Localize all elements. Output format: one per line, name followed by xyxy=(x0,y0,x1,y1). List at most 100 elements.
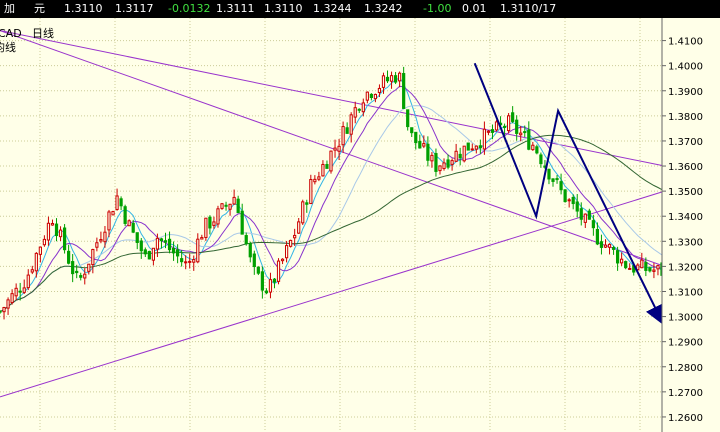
candle-body xyxy=(313,178,317,183)
candle-body xyxy=(559,181,563,191)
candle-body xyxy=(402,73,406,109)
candle xyxy=(466,142,470,151)
candle-body xyxy=(349,114,353,135)
candle-body xyxy=(119,198,123,207)
candle-body xyxy=(228,203,232,210)
candle-body xyxy=(22,287,26,293)
y-tick-label: 1.3200 xyxy=(668,262,703,273)
candle-body xyxy=(2,307,6,313)
candle xyxy=(289,239,293,248)
candle xyxy=(402,66,406,110)
candle-body xyxy=(212,221,216,226)
candle-body xyxy=(652,269,656,272)
candle-body xyxy=(159,238,164,242)
candle-body xyxy=(414,131,418,144)
price-chart[interactable]: 1.4100 1.4000 1.3900 1.3800 1.3700 1.3600 1.35… xyxy=(0,18,720,432)
candle-body xyxy=(232,196,236,205)
candle-body xyxy=(426,143,430,161)
candle-body xyxy=(264,290,269,294)
candle-body xyxy=(611,247,616,250)
candle-body xyxy=(333,147,337,151)
candle-body xyxy=(547,168,551,180)
candle-body xyxy=(406,109,410,128)
candle-body xyxy=(539,154,543,165)
candle-body xyxy=(46,222,51,241)
candle-body xyxy=(99,238,103,242)
candle-body xyxy=(624,261,628,269)
chart-window: 加 元 1.3110 1.3117 -0.0132 1.3111 1.3110 … xyxy=(0,0,720,432)
candle-body xyxy=(107,211,111,231)
instrument-name-char: 元 xyxy=(34,2,45,15)
candle-body xyxy=(393,75,398,83)
candle-body xyxy=(531,144,535,151)
candle-body xyxy=(220,203,224,209)
candle-body xyxy=(139,240,143,252)
candle-body xyxy=(381,75,386,88)
candle-body xyxy=(607,243,612,248)
candle-body xyxy=(317,176,321,180)
candle-body xyxy=(494,121,499,131)
candle-body xyxy=(515,119,519,134)
candle-body xyxy=(466,142,470,151)
candle-body xyxy=(192,259,196,263)
candle-body xyxy=(353,107,357,118)
candle-body xyxy=(103,231,107,243)
quote-change-pct: -1.00 xyxy=(423,2,452,15)
candle-body xyxy=(38,246,42,255)
candle-body xyxy=(14,287,18,297)
candle-body xyxy=(91,249,95,266)
candle-body xyxy=(567,199,571,202)
candle-body xyxy=(252,253,256,268)
candle xyxy=(329,150,333,174)
candle-body xyxy=(26,274,30,289)
candle-body xyxy=(640,259,644,269)
candle-body xyxy=(180,258,184,263)
candle-body xyxy=(615,250,620,264)
candle xyxy=(309,174,313,205)
candle-body xyxy=(196,238,200,263)
y-tick-label: 1.3500 xyxy=(668,187,703,198)
y-tick-label: 1.3000 xyxy=(668,313,703,324)
candle-body xyxy=(111,211,115,216)
candle-body xyxy=(571,196,575,205)
candle-body xyxy=(188,260,192,263)
candle-body xyxy=(329,150,333,172)
candle-body xyxy=(575,201,579,212)
y-tick-label: 1.2700 xyxy=(668,388,703,399)
candle-body xyxy=(248,243,252,258)
candle-body xyxy=(10,293,14,304)
y-tick-label: 1.4100 xyxy=(668,37,703,48)
candle-body xyxy=(365,91,369,101)
candle xyxy=(111,210,115,216)
candle-body xyxy=(511,112,515,122)
candle-body xyxy=(276,260,281,282)
candle-body xyxy=(30,269,34,273)
candle-body xyxy=(507,115,511,132)
quote-spread: 0.01 xyxy=(462,2,487,15)
chart-subtitle-label: 均线 xyxy=(0,40,16,54)
y-tick-label: 1.3400 xyxy=(668,212,703,223)
candle-body xyxy=(284,245,289,259)
quote-last: 1.3110 xyxy=(64,2,103,15)
candle-body xyxy=(204,217,208,238)
candle-body xyxy=(502,125,507,128)
candle-body xyxy=(462,145,466,162)
candle-body xyxy=(389,75,394,82)
quote-change: -0.0132 xyxy=(168,2,211,15)
candle xyxy=(301,199,305,225)
candle xyxy=(276,258,281,285)
candle xyxy=(123,204,127,227)
candle-body xyxy=(551,178,555,182)
candle-body xyxy=(591,220,595,229)
candle-body xyxy=(171,247,176,254)
candle-body xyxy=(123,206,127,224)
candle-body xyxy=(523,131,527,134)
y-tick-label: 1.3900 xyxy=(668,87,703,98)
candle xyxy=(204,217,208,241)
candle-body xyxy=(341,126,345,146)
candle-body xyxy=(478,145,482,149)
candle-body xyxy=(236,198,240,214)
candle-body xyxy=(579,208,583,220)
candle-body xyxy=(155,237,160,250)
candle-body xyxy=(301,201,305,224)
